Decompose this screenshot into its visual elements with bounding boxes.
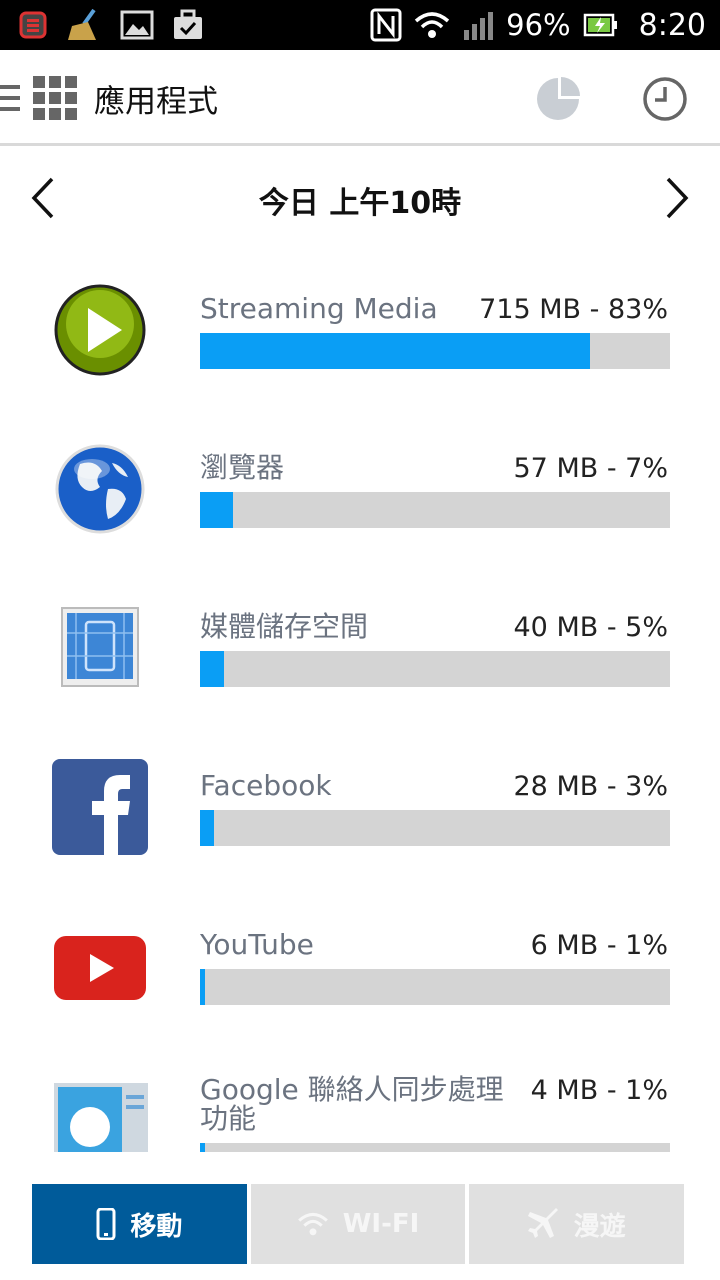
usage-bar-fill [200, 969, 205, 1005]
date-navigation: 今日 上午10時 [0, 162, 720, 234]
app-header: 應用程式 [0, 50, 720, 146]
globe-icon [55, 444, 145, 534]
media-storage-icon [61, 607, 139, 687]
tab-wifi[interactable]: WI-FI [250, 1184, 466, 1264]
usage-bar [200, 969, 670, 1005]
usage-bar-fill [200, 492, 233, 528]
status-notifications [18, 8, 204, 42]
image-icon [120, 10, 154, 40]
list-item[interactable]: YouTube 6 MB - 1% [0, 886, 720, 1045]
phone-icon [96, 1208, 116, 1240]
list-item[interactable]: 瀏覽器 57 MB - 7% [0, 409, 720, 568]
usage-bar [200, 810, 670, 846]
wifi-icon [297, 1212, 328, 1236]
list-item[interactable]: Google 聯絡人同步處理功能 4 MB - 1% [0, 1045, 720, 1152]
pie-chart-icon[interactable] [535, 76, 581, 122]
facebook-icon [52, 759, 148, 855]
usage-bar [200, 1143, 670, 1152]
app-usage: 6 MB - 1% [530, 930, 668, 961]
status-system: 96% 8:20 [370, 0, 706, 50]
tab-label: 漫遊 [573, 1211, 626, 1242]
app-name: 媒體儲存空間 [200, 610, 369, 643]
usage-bar-fill [200, 333, 591, 369]
battery-icon [583, 13, 617, 37]
tab-label: WI-FI [342, 1209, 420, 1239]
usage-bar-fill [200, 810, 215, 846]
list-item[interactable]: 媒體儲存空間 40 MB - 5% [0, 568, 720, 727]
app-name: Facebook [200, 769, 332, 802]
app-name: Google 聯絡人同步處理功能 [200, 1073, 504, 1135]
broom-icon [68, 8, 96, 40]
page-title: 應用程式 [94, 84, 218, 120]
list-item[interactable]: Facebook 28 MB - 3% [0, 727, 720, 886]
usage-bar [200, 333, 670, 369]
signal-icon [464, 12, 494, 40]
usage-bar-fill [200, 1143, 205, 1152]
app-usage: 57 MB - 7% [513, 453, 669, 484]
usage-bar [200, 651, 670, 687]
nfc-icon [370, 8, 402, 42]
clock-icon[interactable] [642, 76, 688, 122]
date-label: 今日 上午10時 [258, 186, 462, 221]
app-usage: 28 MB - 3% [513, 771, 669, 802]
status-bar: 96% 8:20 [0, 0, 720, 50]
tab-mobile[interactable]: 移動 [32, 1184, 247, 1264]
notification-app-icon [19, 11, 47, 39]
list-item[interactable]: Streaming Media 715 MB - 83% [0, 250, 720, 409]
network-tabs: 移動 WI-FI 漫遊 [32, 1184, 685, 1264]
apps-grid-icon[interactable] [33, 76, 77, 120]
app-usage-list[interactable]: Streaming Media 715 MB - 83% 瀏覽器 57 MB -… [0, 250, 720, 1152]
status-time: 8:20 [638, 7, 706, 43]
battery-percent: 96% [506, 8, 571, 42]
usage-bar [200, 492, 670, 528]
contacts-icon [54, 1083, 148, 1152]
wifi-icon [415, 12, 450, 38]
tab-label: 移動 [130, 1211, 183, 1242]
usage-bar-fill [200, 651, 224, 687]
app-usage: 715 MB - 83% [479, 294, 668, 325]
play-icon [54, 284, 146, 376]
menu-icon[interactable] [0, 85, 20, 113]
airplane-icon [527, 1208, 558, 1238]
app-name: YouTube [200, 928, 314, 961]
app-name: 瀏覽器 [200, 451, 285, 484]
app-name: Streaming Media [200, 292, 438, 325]
youtube-icon [54, 936, 146, 1000]
app-usage: 40 MB - 5% [513, 612, 669, 643]
briefcase-icon [174, 9, 202, 39]
app-usage: 4 MB - 1% [530, 1075, 668, 1106]
chevron-right-icon[interactable] [662, 176, 692, 220]
tab-roaming[interactable]: 漫遊 [469, 1184, 685, 1264]
